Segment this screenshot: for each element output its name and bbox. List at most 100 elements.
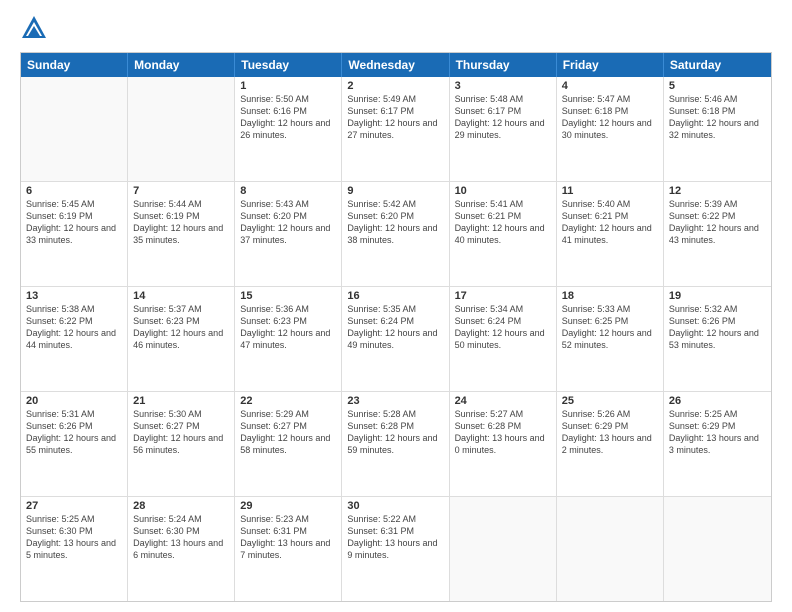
calendar-cell: 26Sunrise: 5:25 AM Sunset: 6:29 PM Dayli… [664,392,771,496]
day-number: 10 [455,185,551,197]
day-number: 19 [669,290,766,302]
day-number: 24 [455,395,551,407]
calendar-cell: 13Sunrise: 5:38 AM Sunset: 6:22 PM Dayli… [21,287,128,391]
calendar-row-5: 27Sunrise: 5:25 AM Sunset: 6:30 PM Dayli… [21,497,771,601]
calendar-cell: 22Sunrise: 5:29 AM Sunset: 6:27 PM Dayli… [235,392,342,496]
page: SundayMondayTuesdayWednesdayThursdayFrid… [0,0,792,612]
day-info: Sunrise: 5:46 AM Sunset: 6:18 PM Dayligh… [669,93,766,142]
day-number: 27 [26,500,122,512]
day-info: Sunrise: 5:41 AM Sunset: 6:21 PM Dayligh… [455,198,551,247]
logo [20,18,50,42]
calendar-cell: 7Sunrise: 5:44 AM Sunset: 6:19 PM Daylig… [128,182,235,286]
day-number: 12 [669,185,766,197]
day-info: Sunrise: 5:43 AM Sunset: 6:20 PM Dayligh… [240,198,336,247]
calendar-cell [450,497,557,601]
day-number: 22 [240,395,336,407]
calendar-cell [21,77,128,181]
calendar: SundayMondayTuesdayWednesdayThursdayFrid… [20,52,772,602]
day-number: 25 [562,395,658,407]
day-number: 21 [133,395,229,407]
calendar-cell: 6Sunrise: 5:45 AM Sunset: 6:19 PM Daylig… [21,182,128,286]
calendar-cell: 20Sunrise: 5:31 AM Sunset: 6:26 PM Dayli… [21,392,128,496]
day-number: 9 [347,185,443,197]
day-number: 30 [347,500,443,512]
day-number: 13 [26,290,122,302]
day-number: 8 [240,185,336,197]
day-number: 1 [240,80,336,92]
calendar-cell: 9Sunrise: 5:42 AM Sunset: 6:20 PM Daylig… [342,182,449,286]
calendar-cell: 25Sunrise: 5:26 AM Sunset: 6:29 PM Dayli… [557,392,664,496]
day-info: Sunrise: 5:50 AM Sunset: 6:16 PM Dayligh… [240,93,336,142]
day-info: Sunrise: 5:36 AM Sunset: 6:23 PM Dayligh… [240,303,336,352]
day-number: 7 [133,185,229,197]
day-number: 2 [347,80,443,92]
day-info: Sunrise: 5:40 AM Sunset: 6:21 PM Dayligh… [562,198,658,247]
day-number: 17 [455,290,551,302]
day-info: Sunrise: 5:48 AM Sunset: 6:17 PM Dayligh… [455,93,551,142]
calendar-cell: 16Sunrise: 5:35 AM Sunset: 6:24 PM Dayli… [342,287,449,391]
calendar-cell [664,497,771,601]
day-number: 23 [347,395,443,407]
calendar-cell: 24Sunrise: 5:27 AM Sunset: 6:28 PM Dayli… [450,392,557,496]
calendar-cell: 2Sunrise: 5:49 AM Sunset: 6:17 PM Daylig… [342,77,449,181]
day-info: Sunrise: 5:42 AM Sunset: 6:20 PM Dayligh… [347,198,443,247]
header [20,18,772,42]
day-number: 28 [133,500,229,512]
calendar-cell: 17Sunrise: 5:34 AM Sunset: 6:24 PM Dayli… [450,287,557,391]
day-info: Sunrise: 5:30 AM Sunset: 6:27 PM Dayligh… [133,408,229,457]
day-number: 14 [133,290,229,302]
day-info: Sunrise: 5:22 AM Sunset: 6:31 PM Dayligh… [347,513,443,562]
day-info: Sunrise: 5:25 AM Sunset: 6:30 PM Dayligh… [26,513,122,562]
day-info: Sunrise: 5:35 AM Sunset: 6:24 PM Dayligh… [347,303,443,352]
day-info: Sunrise: 5:29 AM Sunset: 6:27 PM Dayligh… [240,408,336,457]
calendar-row-1: 1Sunrise: 5:50 AM Sunset: 6:16 PM Daylig… [21,77,771,182]
header-day-wednesday: Wednesday [342,53,449,77]
calendar-header: SundayMondayTuesdayWednesdayThursdayFrid… [21,53,771,77]
day-info: Sunrise: 5:25 AM Sunset: 6:29 PM Dayligh… [669,408,766,457]
calendar-cell: 4Sunrise: 5:47 AM Sunset: 6:18 PM Daylig… [557,77,664,181]
day-number: 29 [240,500,336,512]
header-day-monday: Monday [128,53,235,77]
calendar-cell: 11Sunrise: 5:40 AM Sunset: 6:21 PM Dayli… [557,182,664,286]
calendar-cell: 28Sunrise: 5:24 AM Sunset: 6:30 PM Dayli… [128,497,235,601]
day-info: Sunrise: 5:37 AM Sunset: 6:23 PM Dayligh… [133,303,229,352]
day-info: Sunrise: 5:38 AM Sunset: 6:22 PM Dayligh… [26,303,122,352]
day-number: 16 [347,290,443,302]
calendar-cell: 14Sunrise: 5:37 AM Sunset: 6:23 PM Dayli… [128,287,235,391]
calendar-cell: 23Sunrise: 5:28 AM Sunset: 6:28 PM Dayli… [342,392,449,496]
day-info: Sunrise: 5:23 AM Sunset: 6:31 PM Dayligh… [240,513,336,562]
calendar-cell: 29Sunrise: 5:23 AM Sunset: 6:31 PM Dayli… [235,497,342,601]
calendar-cell: 27Sunrise: 5:25 AM Sunset: 6:30 PM Dayli… [21,497,128,601]
calendar-cell: 30Sunrise: 5:22 AM Sunset: 6:31 PM Dayli… [342,497,449,601]
calendar-cell: 12Sunrise: 5:39 AM Sunset: 6:22 PM Dayli… [664,182,771,286]
day-info: Sunrise: 5:47 AM Sunset: 6:18 PM Dayligh… [562,93,658,142]
day-number: 18 [562,290,658,302]
calendar-row-4: 20Sunrise: 5:31 AM Sunset: 6:26 PM Dayli… [21,392,771,497]
day-info: Sunrise: 5:34 AM Sunset: 6:24 PM Dayligh… [455,303,551,352]
header-day-saturday: Saturday [664,53,771,77]
day-info: Sunrise: 5:49 AM Sunset: 6:17 PM Dayligh… [347,93,443,142]
calendar-cell: 15Sunrise: 5:36 AM Sunset: 6:23 PM Dayli… [235,287,342,391]
calendar-cell: 3Sunrise: 5:48 AM Sunset: 6:17 PM Daylig… [450,77,557,181]
calendar-row-2: 6Sunrise: 5:45 AM Sunset: 6:19 PM Daylig… [21,182,771,287]
day-number: 11 [562,185,658,197]
calendar-cell: 5Sunrise: 5:46 AM Sunset: 6:18 PM Daylig… [664,77,771,181]
logo-icon [20,14,48,42]
calendar-cell: 21Sunrise: 5:30 AM Sunset: 6:27 PM Dayli… [128,392,235,496]
calendar-row-3: 13Sunrise: 5:38 AM Sunset: 6:22 PM Dayli… [21,287,771,392]
header-day-thursday: Thursday [450,53,557,77]
calendar-cell [128,77,235,181]
day-info: Sunrise: 5:32 AM Sunset: 6:26 PM Dayligh… [669,303,766,352]
day-info: Sunrise: 5:27 AM Sunset: 6:28 PM Dayligh… [455,408,551,457]
calendar-cell: 10Sunrise: 5:41 AM Sunset: 6:21 PM Dayli… [450,182,557,286]
day-number: 4 [562,80,658,92]
day-info: Sunrise: 5:33 AM Sunset: 6:25 PM Dayligh… [562,303,658,352]
day-info: Sunrise: 5:28 AM Sunset: 6:28 PM Dayligh… [347,408,443,457]
header-day-sunday: Sunday [21,53,128,77]
calendar-cell: 8Sunrise: 5:43 AM Sunset: 6:20 PM Daylig… [235,182,342,286]
calendar-cell: 18Sunrise: 5:33 AM Sunset: 6:25 PM Dayli… [557,287,664,391]
day-number: 15 [240,290,336,302]
calendar-body: 1Sunrise: 5:50 AM Sunset: 6:16 PM Daylig… [21,77,771,601]
day-info: Sunrise: 5:31 AM Sunset: 6:26 PM Dayligh… [26,408,122,457]
day-info: Sunrise: 5:44 AM Sunset: 6:19 PM Dayligh… [133,198,229,247]
